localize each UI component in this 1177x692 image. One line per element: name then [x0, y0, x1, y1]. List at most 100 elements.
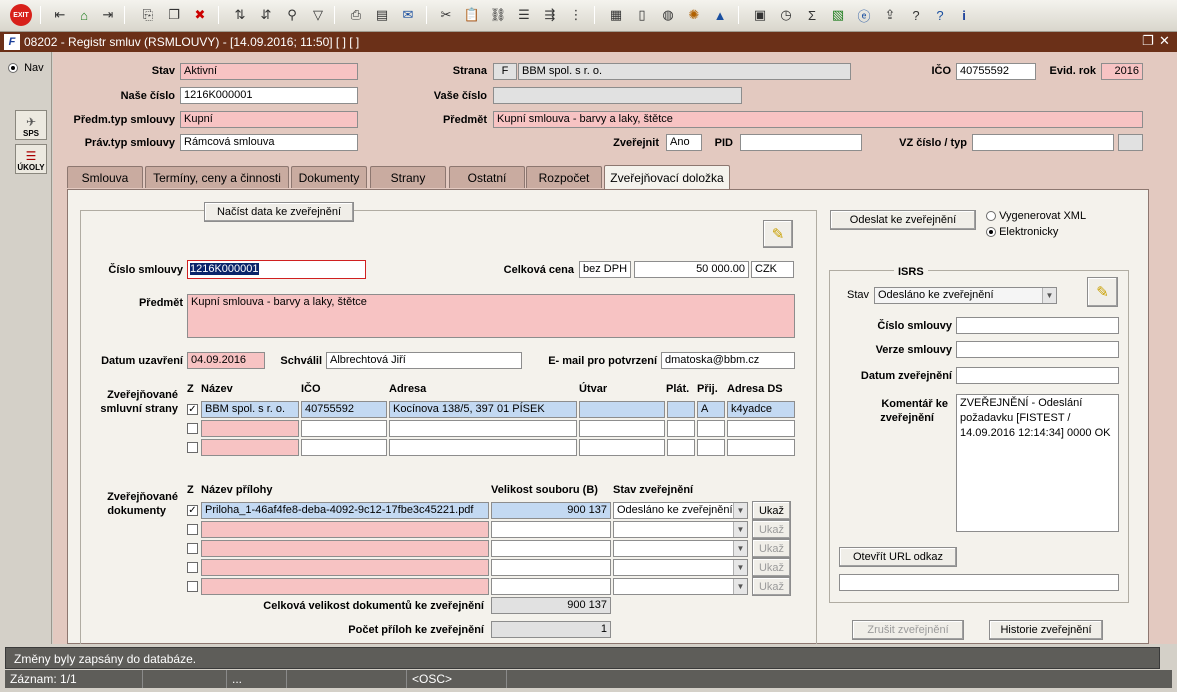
sort-desc-icon[interactable]: ⇵ — [256, 5, 276, 25]
excel-icon[interactable]: ▧ — [828, 5, 848, 25]
globe-icon[interactable]: ◍ — [658, 5, 678, 25]
party-plat[interactable] — [667, 420, 695, 437]
chevron-down-icon[interactable]: ▼ — [733, 503, 747, 518]
filter-icon[interactable]: ▽ — [308, 5, 328, 25]
doc-nazev[interactable]: Priloha_1-46af4fe8-deba-4092-9c12-17fbe3… — [201, 502, 489, 519]
triangle-icon[interactable]: ▲ — [710, 5, 730, 25]
nav-radio-icon[interactable] — [8, 63, 18, 74]
datum-zverejneni-field[interactable] — [956, 367, 1119, 384]
chevron-down-icon[interactable]: ▼ — [733, 560, 747, 575]
vz-typ-field[interactable] — [1118, 134, 1143, 151]
predmet-header-field[interactable]: Kupní smlouva - barvy a laky, štětce — [493, 111, 1143, 128]
party-utvar[interactable] — [579, 420, 665, 437]
doc-checkbox[interactable] — [187, 562, 198, 573]
ukaz-button[interactable]: Ukaž — [752, 577, 791, 596]
otevrit-url-button[interactable]: Otevřít URL odkaz — [839, 547, 957, 567]
pid-field[interactable] — [740, 134, 862, 151]
doc-stav-select[interactable]: ▼ — [613, 521, 748, 538]
document-icon[interactable]: ▯ — [632, 5, 652, 25]
cena-field[interactable]: 50 000.00 — [634, 261, 749, 278]
tab-dokumenty[interactable]: Dokumenty — [291, 166, 367, 188]
zverejnit-field[interactable]: Ano — [666, 134, 702, 151]
party-adresa[interactable] — [389, 420, 577, 437]
search-key-icon[interactable]: ⚲ — [282, 5, 302, 25]
party-nazev[interactable]: BBM spol. s r. o. — [201, 401, 299, 418]
prav-typ-field[interactable]: Rámcová smlouva — [180, 134, 358, 151]
doc-nazev[interactable] — [201, 578, 489, 595]
info-icon[interactable]: i — [954, 5, 974, 25]
nacist-data-button[interactable]: Načíst data ke zveřejnění — [204, 202, 354, 222]
doc-nazev[interactable] — [201, 521, 489, 538]
doc-velikost[interactable] — [491, 559, 611, 576]
doc-nazev[interactable] — [201, 559, 489, 576]
delete-record-icon[interactable]: ✖ — [190, 5, 210, 25]
ukaz-button[interactable]: Ukaž — [752, 558, 791, 577]
sum-icon[interactable]: Σ — [802, 5, 822, 25]
party-adresa-ds[interactable] — [727, 439, 795, 456]
chevron-down-icon[interactable]: ▼ — [1042, 288, 1056, 303]
doc-checkbox[interactable] — [187, 543, 198, 554]
link-icon[interactable]: ⛓ — [488, 5, 508, 25]
party-nazev[interactable] — [201, 420, 299, 437]
ukoly-button[interactable]: ☰ ÚKOLY — [15, 144, 47, 174]
close-window-icon[interactable]: ✕ — [1159, 33, 1170, 49]
ico-field[interactable]: 40755592 — [956, 63, 1036, 80]
paste-icon[interactable]: 📋 — [462, 5, 482, 25]
duplicate-icon[interactable]: ❐ — [164, 5, 184, 25]
radio-elektronicky-icon[interactable] — [986, 227, 996, 238]
doc-checkbox[interactable] — [187, 524, 198, 535]
doc-velikost[interactable] — [491, 521, 611, 538]
browser-icon[interactable]: ⓔ — [854, 5, 874, 25]
strana-field[interactable]: BBM spol. s r. o. — [518, 63, 851, 80]
party-ico[interactable]: 40755592 — [301, 401, 387, 418]
nase-cislo-field[interactable]: 1216K000001 — [180, 87, 358, 104]
doc-checkbox[interactable]: ✓ — [187, 505, 198, 516]
doc-nazev[interactable] — [201, 540, 489, 557]
party-utvar[interactable] — [579, 401, 665, 418]
odeslat-button[interactable]: Odeslat ke zveřejnění — [830, 210, 976, 230]
tab-smlouva[interactable]: Smlouva — [67, 166, 143, 188]
clock-icon[interactable]: ◷ — [776, 5, 796, 25]
party-utvar[interactable] — [579, 439, 665, 456]
predmet-field[interactable]: Kupní smlouva - barvy a laky, štětce — [187, 294, 795, 338]
party-adresa[interactable]: Kocínova 138/5, 397 01 PÍSEK — [389, 401, 577, 418]
doc-stav-select[interactable]: ▼ — [613, 578, 748, 595]
stav-field[interactable]: Aktivní — [180, 63, 358, 80]
forward-icon[interactable]: ⇥ — [98, 5, 118, 25]
doc-velikost[interactable] — [491, 578, 611, 595]
settings-wheel-icon[interactable]: ✺ — [684, 5, 704, 25]
opt-xml[interactable]: Vygenerovat XML — [986, 210, 1086, 222]
doc-checkbox[interactable] — [187, 581, 198, 592]
ukaz-button[interactable]: Ukaž — [752, 501, 791, 520]
tab-zverejnovaci-dolozka[interactable]: Zveřejňovací doložka — [604, 165, 730, 189]
party-prij[interactable]: A — [697, 401, 725, 418]
chevron-down-icon[interactable]: ▼ — [733, 541, 747, 556]
party-prij[interactable] — [697, 439, 725, 456]
exit-icon[interactable]: EXIT — [10, 4, 32, 26]
party-nazev[interactable] — [201, 439, 299, 456]
cut-icon[interactable]: ✂ — [436, 5, 456, 25]
opt-elektronicky[interactable]: Elektronicky — [986, 226, 1058, 238]
doc-stav-select[interactable]: ▼ — [613, 540, 748, 557]
isrs-stav-select[interactable]: Odesláno ke zveřejnění ▼ — [874, 287, 1057, 304]
doc-stav-select[interactable]: Odesláno ke zveřejnění ▼ — [613, 502, 748, 519]
indent-icon[interactable]: ⇶ — [540, 5, 560, 25]
doc-velikost[interactable] — [491, 540, 611, 557]
party-plat[interactable] — [667, 439, 695, 456]
help-icon[interactable]: ? — [906, 5, 926, 25]
sort-asc-icon[interactable]: ⇅ — [230, 5, 250, 25]
ukaz-button[interactable]: Ukaž — [752, 539, 791, 558]
calendar-icon[interactable]: ▦ — [606, 5, 626, 25]
doc-stav-select[interactable]: ▼ — [613, 559, 748, 576]
chevron-down-icon[interactable]: ▼ — [733, 579, 747, 594]
cislo-smlouvy-field[interactable]: 1216K000001 — [187, 260, 366, 279]
party-adresa-ds[interactable] — [727, 420, 795, 437]
print-icon[interactable]: ⎙ — [346, 5, 366, 25]
party-ico[interactable] — [301, 439, 387, 456]
tree-icon[interactable]: ⋮ — [566, 5, 586, 25]
isrs-key-icon[interactable]: ✎ — [1087, 277, 1118, 307]
export-icon[interactable]: ⇪ — [880, 5, 900, 25]
back-icon[interactable]: ⇤ — [50, 5, 70, 25]
copy-record-icon[interactable]: ⎘ — [138, 5, 158, 25]
predm-typ-field[interactable]: Kupní — [180, 111, 358, 128]
